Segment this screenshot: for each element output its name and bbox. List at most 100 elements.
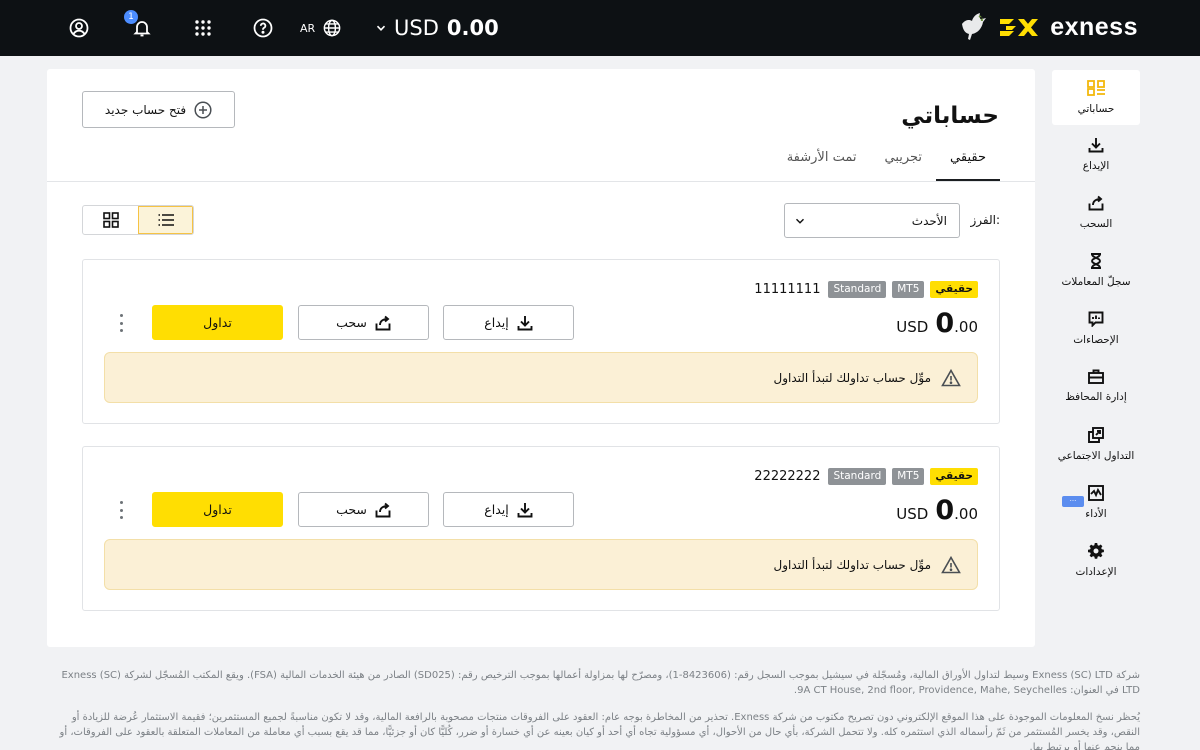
tab-archived[interactable]: تمت الأرشفة <box>773 142 871 182</box>
sort-select[interactable]: الأحدث <box>784 203 960 238</box>
apps-grid-icon[interactable] <box>189 14 217 42</box>
header-balance-dropdown[interactable]: USD 0.00 <box>376 13 499 43</box>
sidebar-item-statistics[interactable]: الإحصاءات <box>1052 299 1140 357</box>
new-badge: ··· <box>1062 496 1084 507</box>
platform-badge: MT5 <box>892 281 925 298</box>
sidebar-item-settings[interactable]: الإعدادات <box>1052 531 1140 589</box>
page-title: حساباتي <box>901 103 999 129</box>
deposit-label: إيداع <box>484 315 509 330</box>
hourglass-icon <box>1090 252 1102 269</box>
account-type-badge: حقيقي <box>930 281 978 298</box>
account-tabs: حقيقي تجريبي تمت الأرشفة <box>773 142 1000 182</box>
exness-mark-icon <box>998 17 1042 37</box>
notification-count-badge: 1 <box>124 10 138 24</box>
header-balance-amount: 0.00 <box>446 16 499 40</box>
more-options-icon[interactable] <box>113 501 129 519</box>
balance-decimal: .00 <box>954 318 978 336</box>
performance-icon <box>1088 484 1104 501</box>
download-icon <box>517 315 533 331</box>
user-icon[interactable] <box>65 14 93 42</box>
sidebar-item-label: الأداء <box>1085 507 1107 520</box>
list-view-icon <box>158 213 174 227</box>
sidebar-item-label: الإيداع <box>1082 159 1110 172</box>
withdraw-icon <box>375 315 391 331</box>
grid-view-icon <box>102 212 119 228</box>
account-type-badge: حقيقي <box>930 468 978 485</box>
notice-text: موِّل حساب تداولك لتبدأ التداول <box>773 557 931 572</box>
withdraw-icon <box>375 502 391 518</box>
plus-circle-icon <box>194 100 212 119</box>
sidebar-item-my-accounts[interactable]: حساباتي <box>1052 70 1140 125</box>
sidebar-item-withdraw[interactable]: السحب <box>1052 183 1140 241</box>
globe-icon <box>323 19 341 37</box>
download-icon <box>517 502 533 518</box>
balance-integer: 0 <box>935 308 955 339</box>
deposit-button[interactable]: إيداع <box>443 305 574 340</box>
withdraw-icon <box>1088 195 1104 211</box>
notifications-bell-icon[interactable]: 1 <box>124 10 156 42</box>
account-kind-badge: Standard <box>828 468 887 485</box>
sidebar-item-label: التداول الاجتماعي <box>1057 449 1135 462</box>
exness-logo[interactable]: exness <box>958 10 1138 44</box>
sidebar-item-portfolio-management[interactable]: إدارة المحافظ <box>1052 357 1140 415</box>
balance-currency: USD <box>896 505 929 523</box>
withdraw-label: سحب <box>336 315 367 330</box>
language-code: AR <box>300 21 316 35</box>
fund-account-notice: موِّل حساب تداولك لتبدأ التداول <box>104 539 978 590</box>
tabs-divider <box>47 181 1035 182</box>
fund-account-notice: موِّل حساب تداولك لتبدأ التداول <box>104 352 978 403</box>
account-balance: USD 0 .00 <box>896 495 978 526</box>
sidebar-item-label: إدارة المحافظ <box>1065 391 1127 403</box>
grid-view-button[interactable] <box>83 206 138 234</box>
account-tags: حقيقي MT5 Standard 11111111 <box>754 281 978 298</box>
logo-text: exness <box>1050 12 1138 41</box>
language-selector[interactable]: AR <box>300 16 341 40</box>
sort-value: الأحدث <box>911 213 947 228</box>
withdraw-button[interactable]: سحب <box>298 492 429 527</box>
withdraw-label: سحب <box>336 502 367 517</box>
account-kind-badge: Standard <box>828 281 887 298</box>
sort-label: الفرز: <box>970 213 1000 227</box>
withdraw-button[interactable]: سحب <box>298 305 429 340</box>
warning-icon <box>941 368 961 387</box>
sidebar-item-label: سجلّ المعاملات <box>1061 275 1131 288</box>
sidebar-item-transaction-history[interactable]: سجلّ المعاملات <box>1052 241 1140 299</box>
sidebar-item-deposit[interactable]: الإيداع <box>1052 125 1140 183</box>
footer-company-info: شركة Exness (SC) LTD وسيط لتداول الأوراق… <box>61 670 1140 696</box>
deposit-label: إيداع <box>484 502 509 517</box>
notice-text: موِّل حساب تداولك لتبدأ التداول <box>773 370 931 385</box>
list-view-button[interactable] <box>138 206 193 234</box>
dove-icon <box>958 10 990 44</box>
trade-button[interactable]: تداول <box>152 492 283 527</box>
more-options-icon[interactable] <box>113 314 129 332</box>
account-card: حقيقي MT5 Standard 11111111 USD 0 .00 إي… <box>82 259 1000 424</box>
sidebar-item-social-trading[interactable]: التداول الاجتماعي <box>1052 415 1140 473</box>
sidebar-item-performance[interactable]: ··· الأداء <box>1052 473 1140 531</box>
account-balance: USD 0 .00 <box>896 308 978 339</box>
tab-demo[interactable]: تجريبي <box>870 142 936 182</box>
trade-button[interactable]: تداول <box>152 305 283 340</box>
top-bar: 1 AR USD 0.00 exness <box>0 0 1200 56</box>
balance-decimal: .00 <box>954 505 978 523</box>
account-number[interactable]: 11111111 <box>754 282 820 297</box>
legal-footer: شركة Exness (SC) LTD وسيط لتداول الأوراق… <box>50 668 1140 750</box>
chevron-down-icon <box>795 216 805 226</box>
view-toggle <box>82 205 194 235</box>
footer-risk-warning: يُحظر نسخ المعلومات الموجودة على هذا الم… <box>59 712 1140 750</box>
header-balance-currency: USD <box>394 16 439 40</box>
sidebar-item-label: الإعدادات <box>1075 565 1117 578</box>
accounts-panel: حساباتي فتح حساب جديد حقيقي تجريبي تمت ا… <box>47 69 1035 647</box>
help-icon[interactable] <box>249 14 277 42</box>
briefcase-icon <box>1088 369 1104 384</box>
account-number[interactable]: 22222222 <box>754 469 820 484</box>
open-new-account-button[interactable]: فتح حساب جديد <box>82 91 235 128</box>
settings-icon <box>1088 542 1104 559</box>
sidebar-item-label: الإحصاءات <box>1073 333 1119 346</box>
chevron-down-icon <box>376 23 386 33</box>
sidebar-nav: حساباتي الإيداع السحب سجلّ المعاملات الإ… <box>1052 70 1140 589</box>
tab-real[interactable]: حقيقي <box>936 142 1000 182</box>
warning-icon <box>941 555 961 574</box>
sidebar-item-label: حساباتي <box>1077 103 1115 115</box>
deposit-button[interactable]: إيداع <box>443 492 574 527</box>
sidebar-item-label: السحب <box>1079 217 1113 230</box>
